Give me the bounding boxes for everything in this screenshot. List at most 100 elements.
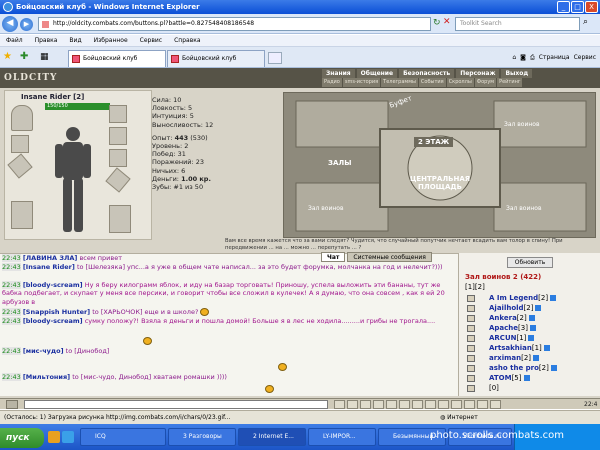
friends-icon[interactable]	[451, 400, 462, 409]
boots-slot[interactable]	[109, 205, 131, 233]
minimize-button[interactable]: _	[557, 1, 570, 13]
helmet-slot[interactable]	[11, 105, 33, 131]
menu-edit[interactable]: Правка	[35, 35, 58, 46]
map-icon[interactable]	[477, 400, 488, 409]
maximize-button[interactable]: □	[571, 1, 584, 13]
necklace-slot[interactable]	[109, 127, 127, 145]
favorites-star-icon[interactable]: ★	[3, 51, 17, 64]
url-input[interactable]: http://oldcity.combats.com/buttons.pl?ba…	[38, 17, 431, 31]
info-icon[interactable]	[533, 355, 540, 361]
submenu-forum[interactable]: Форум	[474, 78, 497, 87]
player-list-item[interactable]: ARCUN[1]	[467, 333, 535, 343]
map-label-floor2[interactable]: 2 ЭТАЖ	[414, 137, 454, 147]
scroll-icon[interactable]	[399, 400, 410, 409]
player-list-item[interactable]: asho the pro[2]	[467, 363, 557, 373]
page-menu[interactable]: Страница	[539, 52, 570, 64]
start-button[interactable]: пуск	[0, 428, 44, 448]
menu-security[interactable]: Безопасность	[399, 69, 455, 78]
forward-icon[interactable]: ▶	[20, 18, 33, 31]
menu-knowledge[interactable]: Знания	[322, 69, 355, 78]
tab-combats-2[interactable]: Бойцовский клуб	[167, 50, 265, 67]
armor-slot[interactable]	[11, 201, 33, 229]
player-list-item[interactable]: ATOM[5]	[467, 373, 530, 383]
feeds-icon[interactable]: ◙	[520, 52, 526, 64]
back-icon[interactable]: ◀	[2, 16, 18, 32]
player-list-item[interactable]: Ankera[2]	[467, 313, 535, 323]
info-icon[interactable]	[528, 315, 535, 321]
search-input[interactable]: Toolkit Search	[455, 17, 580, 31]
sound-icon[interactable]	[412, 400, 423, 409]
settings-icon[interactable]	[425, 400, 436, 409]
translit-icon[interactable]	[386, 400, 397, 409]
add-favorites-icon[interactable]: ✚	[20, 51, 34, 64]
player-list-item[interactable]: arximan[2]	[467, 353, 540, 363]
player-list-item[interactable]: Artsakhian[1]	[467, 343, 550, 353]
refresh-button[interactable]: Обновить	[507, 257, 553, 268]
info-icon[interactable]	[550, 295, 557, 301]
menu-help[interactable]: Справка	[174, 35, 200, 46]
map-label-room-se[interactable]: Зал воинов	[506, 205, 542, 212]
tools-menu[interactable]: Сервис	[574, 52, 596, 64]
menu-character[interactable]: Персонаж	[456, 69, 500, 78]
menu-file[interactable]: Файл	[6, 35, 23, 46]
clear-icon[interactable]	[360, 400, 371, 409]
weapon-slot[interactable]	[7, 153, 33, 179]
search-icon[interactable]: ⌕	[583, 17, 597, 31]
character-name[interactable]: Insane Rider [2]	[21, 93, 101, 102]
menu-favorites[interactable]: Избранное	[94, 35, 128, 46]
player-list-item[interactable]: Ajailhold[2]	[467, 303, 542, 313]
stop-icon[interactable]: ✕	[443, 17, 453, 29]
book-icon[interactable]	[438, 400, 449, 409]
submenu-scrolls[interactable]: Скроллы	[446, 78, 474, 87]
map-label-halls[interactable]: ЗАЛЫ	[328, 159, 351, 167]
info-icon[interactable]	[543, 345, 550, 351]
print-icon[interactable]: ⎙	[530, 52, 535, 64]
chat-input[interactable]	[24, 400, 328, 409]
info-icon[interactable]	[523, 375, 530, 381]
menu-exit[interactable]: Выход	[501, 69, 533, 78]
new-tab-button[interactable]	[268, 52, 282, 64]
room-pages[interactable]: [1][2]	[465, 283, 485, 291]
taskbar-item-icq[interactable]: ICQ	[80, 428, 166, 446]
chat-mode-icon[interactable]	[6, 400, 18, 409]
player-list-item[interactable]: Apache[3]	[467, 323, 536, 333]
map-label-room-ne[interactable]: Зал воинов	[504, 121, 540, 128]
gift-icon[interactable]	[464, 400, 475, 409]
map-label-room-sw[interactable]: Зал воинов	[308, 205, 344, 212]
tab-combats-1[interactable]: Бойцовский клуб	[68, 50, 166, 67]
info-icon[interactable]	[535, 305, 542, 311]
quicklaunch-icon[interactable]	[62, 431, 74, 443]
bracer-slot[interactable]	[11, 135, 29, 153]
info-icon[interactable]	[528, 335, 535, 341]
info-icon[interactable]	[550, 365, 557, 371]
submenu-radio[interactable]: Радио	[322, 78, 342, 87]
smiles-icon[interactable]	[347, 400, 358, 409]
tab-system-messages[interactable]: Системные сообщения	[347, 252, 432, 262]
menu-communication[interactable]: Общение	[356, 69, 398, 78]
menu-view[interactable]: Вид	[69, 35, 81, 46]
submenu-telegrams[interactable]: Телеграммы	[381, 78, 418, 87]
earring-slot[interactable]	[109, 105, 127, 123]
submenu-rating[interactable]: Рейтинг	[497, 78, 523, 87]
tab-chat[interactable]: Чат	[321, 252, 346, 262]
offhand-slot[interactable]	[105, 167, 131, 193]
taskbar-item-import[interactable]: LY-IMPOR...	[308, 428, 376, 446]
player-list-item[interactable]: [0]	[467, 383, 499, 393]
home-icon[interactable]: ⌂	[512, 52, 516, 64]
menu-tools[interactable]: Сервис	[140, 35, 162, 46]
quicklaunch-icon[interactable]	[48, 431, 60, 443]
taskbar-item-ie[interactable]: 2 Internet E...	[238, 428, 306, 446]
refresh-icon[interactable]: ↻	[433, 18, 442, 30]
player-list-item[interactable]: A Im Legend[2]	[467, 293, 557, 303]
close-button[interactable]: X	[585, 1, 598, 13]
submenu-sms[interactable]: sms-история	[342, 78, 381, 87]
exit-icon[interactable]	[490, 400, 501, 409]
send-icon[interactable]	[334, 400, 345, 409]
ring-slot[interactable]	[109, 149, 127, 167]
submenu-events[interactable]: События	[418, 78, 446, 87]
filter-icon[interactable]	[373, 400, 384, 409]
map-label-central-square[interactable]: ЦЕНТРАЛЬНАЯ ПЛОЩАДЬ	[396, 175, 484, 191]
quick-tabs-icon[interactable]: ▦	[40, 52, 52, 64]
info-icon[interactable]	[529, 325, 536, 331]
taskbar-item-conversations[interactable]: 3 Разговоры	[168, 428, 236, 446]
